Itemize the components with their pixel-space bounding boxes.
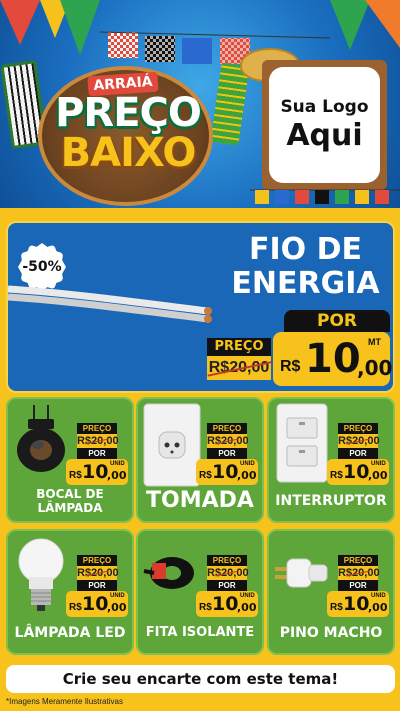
pino-icon xyxy=(275,558,328,588)
preco-label: PREÇO xyxy=(207,423,247,434)
price-int: 10 xyxy=(82,461,109,483)
product-name: INTERRUPTOR xyxy=(275,493,387,509)
small-bunting-icon xyxy=(250,189,400,204)
price-int: 10 xyxy=(343,593,370,615)
title-preco: PREÇO xyxy=(55,90,202,136)
new-price: R$ 10 ,00 UNID xyxy=(327,459,389,485)
product-name: PINO MACHO xyxy=(279,625,383,641)
old-price: R$20,00 xyxy=(207,434,249,448)
por-label: POR xyxy=(77,448,117,459)
new-price: R$ 10 ,00 UNID xyxy=(66,459,128,485)
price-dec: ,00 xyxy=(368,469,388,482)
featured-old-price-value: R$20,00 xyxy=(209,356,270,380)
old-price: R$20,00 xyxy=(77,434,119,448)
price-int: 10 xyxy=(212,461,239,483)
price-dec: ,00 xyxy=(368,601,388,614)
unit: UNID xyxy=(240,461,255,467)
price-box: PREÇO R$20,00 POR R$ 10 ,00 UNID xyxy=(327,423,389,485)
price-dec: ,00 xyxy=(237,601,257,614)
price-box: PREÇO R$20,00 POR R$ 10 ,00 UNID xyxy=(66,423,128,485)
unit: UNID xyxy=(371,461,386,467)
por-label: POR xyxy=(207,580,247,591)
featured-price-int: 10 xyxy=(305,336,361,382)
price-box: PREÇO R$20,00 POR R$ 10 ,00 UNID xyxy=(196,555,258,617)
currency: R$ xyxy=(330,470,343,481)
old-price: R$20,00 xyxy=(338,434,380,448)
old-price: R$20,00 xyxy=(207,566,249,580)
product-card[interactable]: PREÇO R$20,00 POR R$ 10 ,00 UNID TOMADA xyxy=(136,397,264,523)
logo-frame[interactable]: Sua Logo Aqui xyxy=(262,60,387,190)
product-card[interactable]: PREÇO R$20,00 POR R$ 10 ,00 UNID FITA IS… xyxy=(136,529,264,655)
logo-placeholder-line2: Aqui xyxy=(286,118,363,153)
product-card[interactable]: PREÇO R$20,00 POR R$ 10 ,00 UNID BOCAL D… xyxy=(6,397,134,523)
unit: UNID xyxy=(240,593,255,599)
price-int: 10 xyxy=(82,593,109,615)
featured-title: FIO DE ENERGIA xyxy=(218,233,393,301)
product-card[interactable]: PREÇO R$20,00 POR R$ 10 ,00 UNID LÂMPADA… xyxy=(6,529,134,655)
product-name: TOMADA xyxy=(146,488,254,513)
interruptor-icon xyxy=(276,403,328,483)
por-label: POR xyxy=(338,448,378,459)
por-label: POR xyxy=(77,580,117,591)
featured-product-card[interactable]: -50% FIO DE ENERGIA POR PREÇO R$20,00 R$… xyxy=(6,221,395,393)
featured-price-box: R$ 10 ,00 MT xyxy=(273,332,393,386)
unit: UNID xyxy=(110,593,125,599)
new-price: R$ 10 ,00 UNID xyxy=(66,591,128,617)
bocal-icon xyxy=(17,405,65,472)
preco-label: PREÇO xyxy=(77,555,117,566)
fio-cable-icon xyxy=(8,285,212,323)
new-price: R$ 10 ,00 UNID xyxy=(327,591,389,617)
por-label: POR xyxy=(207,448,247,459)
featured-price-dec: ,00 xyxy=(357,356,393,380)
por-label: POR xyxy=(338,580,378,591)
unit: UNID xyxy=(110,461,125,467)
tomada-icon xyxy=(143,403,201,487)
old-price: R$20,00 xyxy=(77,566,119,580)
preco-label: PREÇO xyxy=(77,423,117,434)
product-name: FITA ISOLANTE xyxy=(145,625,255,640)
price-dec: ,00 xyxy=(237,469,257,482)
price-dec: ,00 xyxy=(107,469,127,482)
price-box: PREÇO R$20,00 POR R$ 10 ,00 UNID xyxy=(327,555,389,617)
featured-title-line2: ENERGIA xyxy=(231,266,380,301)
featured-preco-label: PREÇO xyxy=(207,338,271,356)
cta-button[interactable]: Crie seu encarte com este tema! xyxy=(6,665,395,693)
product-card[interactable]: PREÇO R$20,00 POR R$ 10 ,00 UNID INTERRU… xyxy=(267,397,395,523)
preco-label: PREÇO xyxy=(207,555,247,566)
new-price: R$ 10 ,00 UNID xyxy=(196,591,258,617)
currency: R$ xyxy=(330,602,343,613)
product-card[interactable]: PREÇO R$20,00 POR R$ 10 ,00 UNID PINO MA… xyxy=(267,529,395,655)
price-dec: ,00 xyxy=(107,601,127,614)
currency: R$ xyxy=(69,470,82,481)
currency: R$ xyxy=(199,602,212,613)
lampada-icon xyxy=(18,538,64,611)
product-name: BOCAL DE LÂMPADA xyxy=(36,487,104,515)
featured-old-price: R$20,00 xyxy=(207,356,271,380)
featured-title-line1: FIO DE xyxy=(249,232,362,267)
featured-unit: MT xyxy=(368,337,381,347)
product-name: LÂMPADA LED xyxy=(14,625,126,641)
fita-icon xyxy=(143,557,194,589)
header-banner: ARRAIÁ PREÇO BAIXO Sua Logo Aqui xyxy=(0,0,400,215)
unit: UNID xyxy=(371,593,386,599)
currency: R$ xyxy=(199,470,212,481)
preco-label: PREÇO xyxy=(338,423,378,434)
price-int: 10 xyxy=(212,593,239,615)
disclaimer-text: *Imagens Meramente Ilustrativas xyxy=(6,697,123,706)
logo-placeholder-line1: Sua Logo xyxy=(280,97,369,117)
logo-placeholder[interactable]: Sua Logo Aqui xyxy=(269,67,380,183)
header-divider xyxy=(0,208,400,220)
currency: R$ xyxy=(69,602,82,613)
old-price: R$20,00 xyxy=(338,566,380,580)
price-int: 10 xyxy=(343,461,370,483)
preco-label: PREÇO xyxy=(338,555,378,566)
new-price: R$ 10 ,00 UNID xyxy=(196,459,258,485)
title-baixo: BAIXO xyxy=(60,130,197,176)
featured-por-label: POR xyxy=(284,310,390,332)
price-box: PREÇO R$20,00 POR R$ 10 ,00 UNID xyxy=(196,423,258,485)
price-box: PREÇO R$20,00 POR R$ 10 ,00 UNID xyxy=(66,555,128,617)
featured-currency: R$ xyxy=(280,358,301,375)
